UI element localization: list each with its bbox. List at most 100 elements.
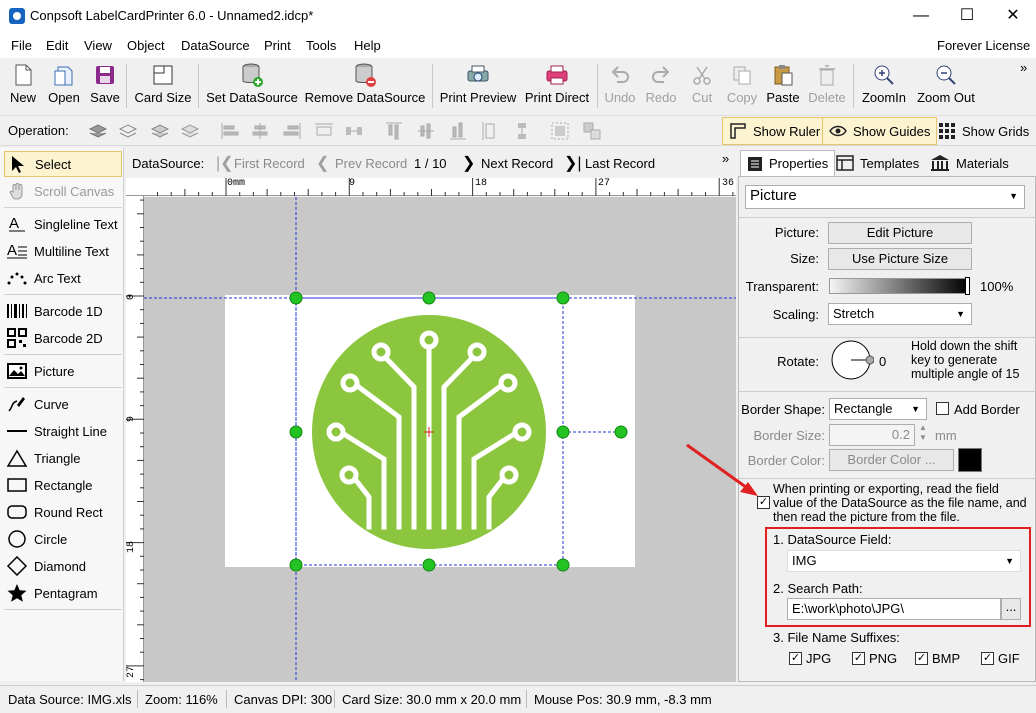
print-direct-button[interactable]: Print Direct — [521, 60, 593, 112]
menu-object[interactable]: Object — [127, 38, 165, 53]
align-center-icon[interactable] — [250, 121, 270, 141]
tool-rectangle[interactable]: Rectangle — [4, 472, 122, 498]
redo-button[interactable]: Redo — [643, 60, 679, 112]
open-button[interactable]: Open — [45, 60, 83, 112]
tool-round-rect[interactable]: Round Rect — [4, 499, 122, 525]
suffix-png-checkbox[interactable]: ✓ — [852, 652, 865, 665]
border-color-swatch[interactable] — [958, 448, 982, 472]
spinner-arrows-icon[interactable]: ▲ ▼ — [919, 423, 927, 443]
redo-icon — [643, 60, 679, 90]
scaling-select[interactable]: Stretch ▼ — [828, 303, 972, 325]
distribute-vertical-icon[interactable] — [512, 121, 532, 141]
print-preview-button[interactable]: Print Preview — [438, 60, 518, 112]
menu-edit[interactable]: Edit — [46, 38, 68, 53]
edit-picture-button[interactable]: Edit Picture — [828, 222, 972, 244]
cut-button[interactable]: Cut — [684, 60, 720, 112]
show-ruler-toggle[interactable]: Show Ruler — [722, 117, 828, 145]
move-down-icon[interactable] — [180, 121, 200, 141]
next-record-icon: ❯ — [462, 155, 476, 172]
tool-arc-text[interactable]: Arc Text — [4, 265, 122, 291]
move-up-icon[interactable] — [150, 121, 170, 141]
same-height-icon[interactable] — [480, 121, 500, 141]
menu-file[interactable]: File — [11, 38, 32, 53]
menu-view[interactable]: View — [84, 38, 112, 53]
object-type-select[interactable]: Picture ▼ — [745, 185, 1025, 209]
align-left-icon[interactable] — [220, 121, 240, 141]
tool-select[interactable]: Select — [4, 151, 122, 177]
tool-barcode-2d[interactable]: Barcode 2D — [4, 325, 122, 351]
rotate-dial[interactable] — [830, 338, 874, 382]
slider-thumb[interactable] — [965, 277, 970, 295]
paste-button[interactable]: Paste — [764, 60, 802, 112]
remove-datasource-button[interactable]: Remove DataSource — [304, 60, 426, 112]
align-top-icon[interactable] — [384, 121, 404, 141]
menu-print[interactable]: Print — [264, 38, 291, 53]
tool-curve[interactable]: Curve — [4, 391, 122, 417]
tool-pentagram[interactable]: Pentagram — [4, 580, 122, 606]
tool-triangle[interactable]: Triangle — [4, 445, 122, 471]
border-size-input[interactable]: 0.2 — [829, 424, 915, 446]
use-picture-size-button[interactable]: Use Picture Size — [828, 248, 972, 270]
tool-diamond[interactable]: Diamond — [4, 553, 122, 579]
tab-templates[interactable]: Templates — [830, 150, 925, 176]
add-border-checkbox[interactable] — [936, 402, 949, 415]
ungroup-icon[interactable] — [582, 121, 602, 141]
tab-properties[interactable]: Properties — [740, 150, 836, 176]
tab-materials[interactable]: Materials — [924, 150, 1015, 176]
triangle-icon — [4, 449, 30, 467]
close-button[interactable]: ✕ — [990, 0, 1036, 32]
tool-circle[interactable]: Circle — [4, 526, 122, 552]
border-shape-select[interactable]: Rectangle ▼ — [829, 398, 927, 420]
set-datasource-button[interactable]: Set DataSource — [205, 60, 299, 112]
align-bottom-icon[interactable] — [448, 121, 468, 141]
bring-to-front-icon[interactable] — [88, 121, 108, 141]
tool-multiline-text[interactable]: A Multiline Text — [4, 238, 122, 264]
suffix-gif-checkbox[interactable]: ✓ — [981, 652, 994, 665]
barcode-icon — [4, 302, 30, 320]
multiline-text-icon: A — [4, 242, 30, 260]
transparency-slider[interactable] — [829, 277, 970, 295]
same-width-icon[interactable] — [314, 121, 334, 141]
prev-record-button[interactable]: Prev Record — [335, 156, 407, 171]
tool-picture[interactable]: Picture — [4, 358, 122, 384]
save-button[interactable]: Save — [88, 60, 122, 112]
zoom-in-button[interactable]: ZoomIn — [859, 60, 909, 112]
maximize-button[interactable]: ☐ — [944, 0, 990, 32]
undo-button[interactable]: Undo — [602, 60, 638, 112]
align-right-icon[interactable] — [282, 121, 302, 141]
toolbar-overflow-button[interactable]: » — [1020, 60, 1027, 75]
window-title: Conpsoft LabelCardPrinter 6.0 - Unnamed2… — [30, 8, 314, 23]
menu-datasource[interactable]: DataSource — [181, 38, 250, 53]
tool-singleline-text[interactable]: A Singleline Text — [4, 211, 122, 237]
minimize-button[interactable]: — — [898, 0, 944, 32]
tool-straight-line[interactable]: Straight Line — [4, 418, 122, 444]
show-guides-toggle[interactable]: Show Guides — [822, 117, 938, 145]
show-grids-toggle[interactable]: Show Grids — [932, 117, 1035, 145]
search-path-input[interactable]: E:\work\photo\JPG\ — [787, 598, 1001, 620]
tool-barcode-1d[interactable]: Barcode 1D — [4, 298, 122, 324]
datasource-overflow-button[interactable]: » — [722, 151, 729, 166]
datasource-field-select[interactable]: IMG ▼ — [787, 550, 1021, 572]
send-to-back-icon[interactable] — [118, 121, 138, 141]
tool-scroll-canvas[interactable]: Scroll Canvas — [4, 178, 122, 204]
border-color-button[interactable]: Border Color ... — [829, 449, 954, 471]
zoom-out-button[interactable]: Zoom Out — [914, 60, 978, 112]
copy-button[interactable]: Copy — [724, 60, 760, 112]
next-record-button[interactable]: Next Record — [481, 156, 553, 171]
suffix-jpg-checkbox[interactable]: ✓ — [789, 652, 802, 665]
design-canvas[interactable] — [144, 197, 736, 682]
menu-tools[interactable]: Tools — [306, 38, 336, 53]
browse-button[interactable]: ... — [1001, 598, 1021, 620]
last-record-button[interactable]: Last Record — [585, 156, 655, 171]
align-middle-icon[interactable] — [416, 121, 436, 141]
suffix-bmp-checkbox[interactable]: ✓ — [915, 652, 928, 665]
menu-help[interactable]: Help — [354, 38, 381, 53]
distribute-horizontal-icon[interactable] — [344, 121, 364, 141]
first-record-button[interactable]: First Record — [234, 156, 305, 171]
group-icon[interactable] — [550, 121, 570, 141]
new-button[interactable]: New — [6, 60, 40, 112]
delete-button[interactable]: Delete — [806, 60, 848, 112]
v-ruler-label: 9 — [126, 416, 137, 423]
card-size-button[interactable]: Card Size — [134, 60, 192, 112]
chevron-down-icon: ▼ — [956, 309, 965, 319]
